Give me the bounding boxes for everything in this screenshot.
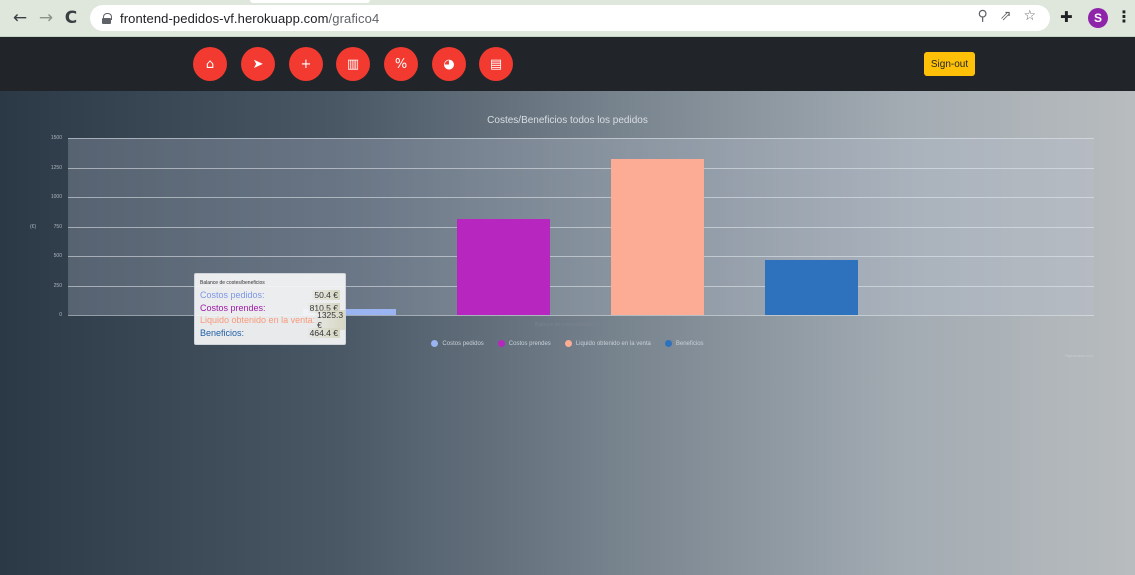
profile-avatar[interactable]: S	[1088, 8, 1108, 28]
tooltip-row: Liquido obtenido en la venta: 1325.3 €	[200, 310, 346, 331]
chart-credit[interactable]: Highcharts.com	[1065, 353, 1093, 358]
bar-chart-icon: ▥	[346, 56, 360, 72]
sign-out-button[interactable]: Sign-out	[924, 52, 975, 76]
browser-toolbar: ← → C frontend-pedidos-vf.herokuapp.com/…	[0, 0, 1135, 37]
back-arrow-icon[interactable]: ←	[8, 6, 32, 30]
active-tab-indicator	[250, 0, 370, 3]
add-user-button[interactable]: +	[289, 47, 323, 81]
area-chart-button[interactable]: ▤	[479, 47, 513, 81]
tooltip-header: Balance de costes/beneficios	[200, 280, 265, 286]
reload-icon[interactable]: C	[59, 6, 83, 30]
app-navbar: ⌂ ➤ + ▥ % ◕ ▤ Sign-out	[0, 37, 1135, 91]
share-icon[interactable]: ⇗	[1000, 8, 1012, 24]
y-tick-label: 750	[53, 223, 62, 230]
y-tick-label: 1000	[50, 194, 62, 200]
chart-title: Costes/Beneficios todos los pedidos	[487, 115, 648, 126]
main-content: Costes/Beneficios todos los pedidos (€) …	[0, 91, 1135, 575]
legend-marker	[497, 340, 505, 347]
address-bar[interactable]: frontend-pedidos-vf.herokuapp.com/grafic…	[90, 5, 1050, 31]
lock-icon[interactable]	[102, 12, 112, 24]
y-tick-label: 1500	[50, 135, 62, 141]
legend-marker	[564, 340, 572, 347]
tooltip-label: Costos pedidos:	[200, 290, 265, 301]
legend-label: Liquido obtenido en la venta	[575, 340, 651, 347]
extensions-icon[interactable]: ✚	[1060, 8, 1073, 26]
y-tick-label: 1250	[50, 164, 62, 171]
y-tick-label: 500	[53, 253, 62, 259]
pie-chart-icon: ◕	[443, 56, 455, 72]
legend-marker	[664, 340, 672, 347]
legend-marker	[431, 340, 439, 347]
legend-label: Beneficios	[675, 340, 704, 347]
bar-chart-button[interactable]: ▥	[336, 47, 370, 81]
address-bar-actions: ⚲ ⇗ ☆	[977, 8, 1036, 24]
legend-label: Costos prendes	[508, 340, 551, 347]
tooltip-row: Beneficios: 464.4 €	[200, 327, 340, 340]
chart-tooltip: Balance de costes/beneficios Costos pedi…	[194, 273, 346, 345]
chart-legend: Costos pedidos Costos prendes Liquido ob…	[0, 340, 1135, 347]
bar-liquido-obtenido-en-la-venta[interactable]	[611, 158, 704, 315]
url-text: frontend-pedidos-vf.herokuapp.com/grafic…	[120, 10, 380, 26]
y-tick-label: 0	[59, 312, 62, 318]
home-icon: ⌂	[205, 56, 215, 72]
forward-arrow-icon[interactable]: →	[34, 6, 58, 30]
star-icon[interactable]: ☆	[1023, 8, 1036, 24]
legend-item-costos-pedidos[interactable]: Costos pedidos	[431, 340, 484, 347]
menu-dots-icon[interactable]: ⋮	[1116, 7, 1132, 26]
tooltip-label: Liquido obtenido en la venta:	[200, 315, 316, 326]
tooltip-value: 50.4 €	[312, 290, 340, 301]
tooltip-label: Beneficios:	[200, 327, 245, 338]
bar-costos-prendes[interactable]	[457, 219, 550, 315]
gridline	[68, 226, 1094, 228]
bar-beneficios[interactable]	[765, 260, 858, 315]
tooltip-row: Costos pedidos: 50.4 €	[200, 289, 340, 302]
legend-item-liquido[interactable]: Liquido obtenido en la venta	[564, 340, 651, 347]
area-chart-icon: ▤	[489, 56, 503, 72]
percent-button[interactable]: %	[384, 47, 418, 81]
tooltip-label: Costos prendes:	[200, 302, 266, 313]
send-button[interactable]: ➤	[241, 47, 275, 81]
x-axis-label: Balance de costes/beneficios	[535, 322, 600, 328]
legend-item-costos-prendes[interactable]: Costos prendes	[497, 340, 551, 347]
gridline	[68, 138, 1094, 139]
y-tick-label: 250	[53, 282, 62, 289]
gridline	[68, 167, 1094, 169]
legend-label: Costos pedidos	[442, 340, 484, 347]
zoom-icon[interactable]: ⚲	[977, 8, 987, 24]
home-button[interactable]: ⌂	[193, 47, 227, 81]
percent-icon: %	[394, 56, 408, 72]
add-user-icon: +	[300, 56, 312, 72]
pie-chart-button[interactable]: ◕	[432, 47, 466, 81]
send-icon: ➤	[252, 56, 264, 72]
gridline	[68, 256, 1094, 257]
legend-item-beneficios[interactable]: Beneficios	[664, 340, 704, 347]
tooltip-value: 464.4 €	[307, 327, 340, 338]
gridline	[68, 197, 1094, 198]
